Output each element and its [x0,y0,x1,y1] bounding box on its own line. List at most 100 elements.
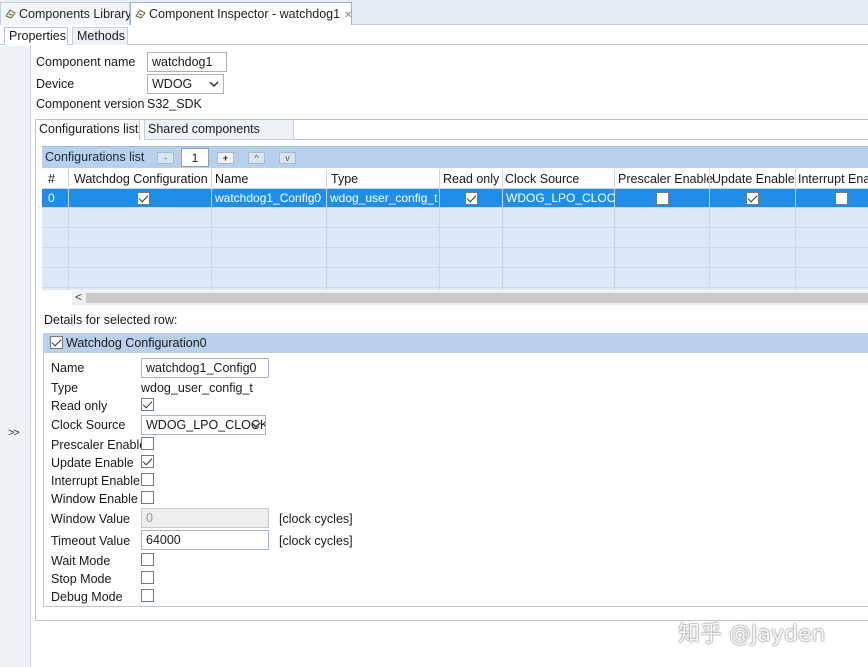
detail-window-enable-label: Window Enable [51,492,138,506]
timeout-value-unit: [clock cycles] [279,534,353,548]
table-row-empty [42,249,868,268]
column-header[interactable]: # [48,172,55,186]
configurations-table: # Watchdog Configuration Name Type Read … [42,169,868,290]
add-configuration-button[interactable]: + [217,152,234,164]
column-header[interactable]: Prescaler Enable [618,172,713,186]
detail-stop-mode-label: Stop Mode [51,572,112,586]
watchdog-configuration-enable-checkbox[interactable] [50,336,63,349]
configuration-count-field[interactable]: 1 [181,148,209,167]
row-clock-source: WDOG_LPO_CLOCK [506,191,614,205]
tab-configurations-list[interactable]: Configurations list [36,120,140,140]
column-divider [795,169,796,290]
device-select[interactable]: WDOG [147,74,224,94]
tab-divider [294,139,868,140]
close-icon[interactable]: ✕ [344,10,352,21]
read-only-checkbox[interactable] [465,192,478,205]
configurations-list-toolbar: Configurations list - 1 + ^ v [42,146,868,168]
move-up-button[interactable]: ^ [248,152,265,164]
column-header[interactable]: Update Enable [712,172,795,186]
column-divider [439,169,440,290]
column-header[interactable]: Type [331,172,358,186]
column-header[interactable]: Name [215,172,248,186]
remove-configuration-button[interactable]: - [157,152,174,164]
column-divider [211,169,212,290]
clock-source-select-value: WDOG_LPO_CLOCK [146,418,266,432]
row-index: 0 [48,191,55,205]
detail-stop-mode-checkbox[interactable] [141,571,154,584]
prescaler-enable-checkbox[interactable] [656,192,669,205]
detail-type-label: Type [51,381,79,395]
detail-wait-mode-label: Wait Mode [51,554,111,568]
column-divider [614,169,615,290]
table-row[interactable]: 0 watchdog1_Config0 wdog_user_config_t W… [42,189,868,208]
details-title: Watchdog Configuration0 [66,336,207,350]
details-label: Details for selected row: [44,313,178,327]
window-value-unit: [clock cycles] [279,512,353,526]
column-divider [326,169,327,290]
detail-window-enable-checkbox[interactable] [141,491,154,504]
detail-update-label: Update Enable [51,456,134,470]
components-library-tab[interactable]: Components Library [0,2,132,25]
chevron-down-icon [209,81,219,88]
watchdog-configuration-checkbox[interactable] [137,192,150,205]
detail-name-input[interactable]: watchdog1_Config0 [141,358,269,378]
detail-clock-source-label: Clock Source [51,418,126,432]
interrupt-enable-checkbox[interactable] [835,192,848,205]
detail-name-label: Name [51,361,85,375]
tab-shared-components[interactable]: Shared components [144,120,294,140]
component-inspector-label: Component Inspector - watchdog1 [149,7,341,21]
detail-debug-mode-label: Debug Mode [51,590,123,604]
detail-prescaler-checkbox[interactable] [141,437,154,450]
detail-timeout-input[interactable]: 64000 [141,530,269,550]
details-header: Watchdog Configuration0 [43,333,868,353]
move-down-button[interactable]: v [279,152,296,164]
component-name-label: Component name [36,55,136,69]
detail-read-only-checkbox[interactable] [141,398,154,411]
component-version-label: Component version [36,97,145,111]
detail-debug-mode-checkbox[interactable] [141,589,154,602]
column-header[interactable]: Clock Source [505,172,579,186]
update-enable-checkbox[interactable] [746,192,759,205]
view-tab-bar: Components Library Component Inspector -… [0,0,868,26]
detail-type-value: wdog_user_config_t [141,381,253,395]
detail-wait-mode-checkbox[interactable] [141,553,154,566]
column-header[interactable]: Interrupt Enab [798,172,868,186]
detail-read-only-label: Read only [51,399,108,413]
device-select-value: WDOG [152,77,193,91]
column-divider [502,169,503,290]
detail-window-value-input: 0 [141,508,269,528]
detail-interrupt-checkbox[interactable] [141,473,154,486]
detail-timeout-label: Timeout Value [51,534,131,548]
table-row-empty [42,269,868,288]
inspector-icon [135,9,146,19]
column-header[interactable]: Watchdog Configuration [74,172,208,186]
component-version-value: S32_SDK [147,97,202,111]
column-divider [68,169,69,290]
scroll-left-icon[interactable]: < [75,290,82,304]
detail-window-value-label: Window Value [51,512,130,526]
row-name: watchdog1_Config0 [215,191,322,205]
watermark: 知乎 @Jayden [678,622,826,647]
configurations-list-title: Configurations list [45,150,145,164]
column-header[interactable]: Read only [443,172,499,186]
component-inspector-tab[interactable]: Component Inspector - watchdog1 ✕ [130,2,352,26]
expand-panel-button[interactable]: >> [8,427,20,439]
collapsed-side-panel: >> [0,46,31,667]
detail-prescaler-label: Prescaler Enable [51,438,147,452]
chevron-down-icon [251,422,261,429]
detail-interrupt-label: Interrupt Enable [51,474,140,488]
detail-clock-source-select[interactable]: WDOG_LPO_CLOCK [141,415,266,435]
scrollbar-thumb[interactable] [86,293,868,303]
device-label: Device [36,77,75,91]
library-icon [5,9,16,19]
components-library-label: Components Library [19,7,132,21]
detail-update-checkbox[interactable] [141,455,154,468]
row-type: wdog_user_config_t [330,191,438,205]
tab-methods[interactable]: Methods [72,27,128,45]
table-header: # Watchdog Configuration Name Type Read … [42,169,868,189]
table-horizontal-scrollbar[interactable]: < [72,290,868,305]
component-name-input[interactable]: watchdog1 [147,52,227,72]
tab-properties[interactable]: Properties [4,27,68,45]
table-row-empty [42,229,868,248]
table-row-empty [42,209,868,228]
